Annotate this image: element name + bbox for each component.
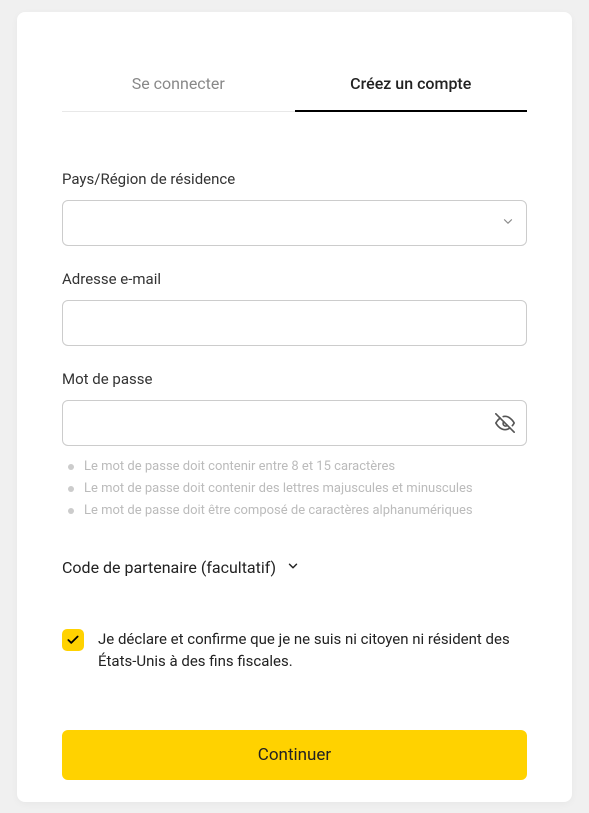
country-select-wrapper [62,200,527,246]
password-field-group: Mot de passe Le mot de passe doit conten… [62,370,527,522]
auth-tabs: Se connecter Créez un compte [62,74,527,112]
country-label: Pays/Région de résidence [62,170,527,188]
bullet-icon [68,486,74,492]
password-rule: Le mot de passe doit contenir des lettre… [68,478,527,500]
partner-code-toggle[interactable]: Code de partenaire (facultatif) [62,558,527,577]
consent-text: Je déclare et confirme que je ne suis ni… [98,629,527,673]
password-rules: Le mot de passe doit contenir entre 8 et… [62,456,527,522]
chevron-down-icon [286,558,300,577]
country-select[interactable] [62,200,527,246]
eye-off-icon[interactable] [495,413,515,433]
email-input[interactable] [62,300,527,346]
rule-text: Le mot de passe doit contenir des lettre… [84,478,473,500]
partner-code-label: Code de partenaire (facultatif) [62,558,276,577]
password-rule: Le mot de passe doit contenir entre 8 et… [68,456,527,478]
password-rule: Le mot de passe doit être composé de car… [68,500,527,522]
password-input[interactable] [62,400,527,446]
rule-text: Le mot de passe doit être composé de car… [84,500,473,522]
signup-card: Se connecter Créez un compte Pays/Région… [17,12,572,802]
tab-register[interactable]: Créez un compte [295,74,528,111]
rule-text: Le mot de passe doit contenir entre 8 et… [84,456,395,478]
consent-checkbox[interactable] [62,629,84,651]
bullet-icon [68,508,74,514]
email-field-group: Adresse e-mail [62,270,527,346]
password-wrapper [62,400,527,446]
bullet-icon [68,464,74,470]
check-icon [66,633,80,647]
country-field-group: Pays/Région de résidence [62,170,527,246]
tab-login[interactable]: Se connecter [62,74,295,111]
consent-row: Je déclare et confirme que je ne suis ni… [62,629,527,673]
signup-form: Pays/Région de résidence Adresse e-mail … [62,170,527,781]
continue-button[interactable]: Continuer [62,730,527,780]
password-label: Mot de passe [62,370,527,388]
email-label: Adresse e-mail [62,270,527,288]
